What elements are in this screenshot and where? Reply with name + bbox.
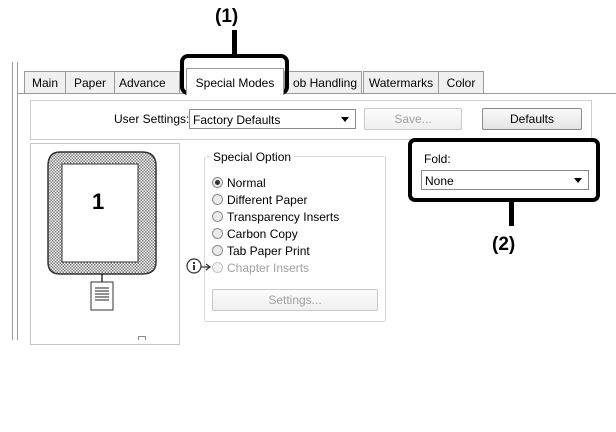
radio-chapter-inserts[interactable]: Chapter Inserts (212, 261, 309, 275)
tab-color[interactable]: Color (438, 71, 484, 94)
radio-selected-icon (212, 177, 223, 189)
callout-pointer-1 (232, 30, 237, 56)
radio-label: Different Paper (227, 193, 308, 207)
save-button[interactable]: Save... (364, 108, 462, 130)
callout-pointer-2 (509, 200, 514, 226)
user-settings-label: User Settings: (114, 112, 190, 126)
user-settings-value: Factory Defaults (193, 113, 281, 127)
page-number-label: 1 (92, 189, 105, 214)
radio-carbon-copy[interactable]: Carbon Copy (212, 227, 298, 241)
radio-label: Carbon Copy (227, 227, 298, 241)
radio-unselected-icon (212, 211, 223, 223)
radio-unselected-icon (212, 228, 223, 240)
highlight-fold-setting (408, 138, 600, 202)
user-settings-select[interactable]: Factory Defaults (189, 109, 356, 129)
info-icon[interactable] (186, 258, 212, 276)
radio-label: Transparency Inserts (227, 210, 340, 224)
radio-different-paper[interactable]: Different Paper (212, 193, 308, 207)
radio-label: Chapter Inserts (227, 261, 310, 275)
tab-paper[interactable]: Paper (65, 71, 115, 94)
radio-label: Normal (227, 176, 266, 190)
window-frame-left (12, 62, 13, 340)
tab-main[interactable]: Main (24, 71, 66, 94)
callout-label-2: (2) (492, 234, 516, 255)
tab-advanced[interactable]: Advance (114, 71, 180, 93)
settings-button[interactable]: Settings... (212, 289, 378, 311)
tab-special-modes[interactable]: Special Modes (186, 68, 284, 95)
special-option-title: Special Option (210, 150, 295, 164)
defaults-button[interactable]: Defaults (482, 108, 582, 130)
callout-label-1: (1) (215, 6, 239, 27)
radio-unselected-icon (212, 262, 223, 274)
radio-unselected-icon (212, 194, 223, 206)
tab-job-handling[interactable]: ob Handling (284, 71, 362, 93)
radio-unselected-icon (212, 245, 223, 257)
chevron-down-icon (341, 117, 349, 122)
scroll-marker (138, 336, 146, 340)
radio-label: Tab Paper Print (227, 244, 310, 258)
radio-tab-paper-print[interactable]: Tab Paper Print (212, 244, 310, 258)
radio-transparency-inserts[interactable]: Transparency Inserts (212, 210, 339, 224)
radio-normal[interactable]: Normal (212, 176, 266, 190)
tab-watermarks[interactable]: Watermarks (363, 71, 439, 94)
